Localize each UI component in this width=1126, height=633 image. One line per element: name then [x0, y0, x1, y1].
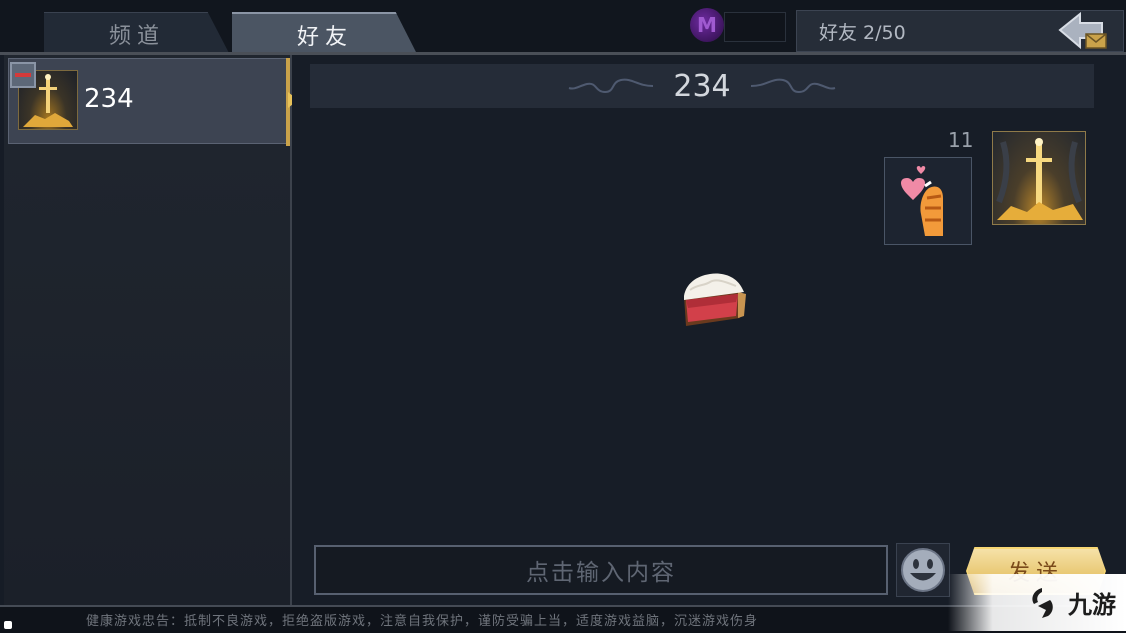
back-arrow-icon[interactable]: [1056, 10, 1112, 54]
emoji-button[interactable]: [896, 543, 950, 597]
smiley-icon: [901, 548, 945, 592]
watermark: 九游: [948, 574, 1126, 631]
chat-title: 234: [673, 68, 731, 104]
heart-paw-sticker-icon[interactable]: [884, 157, 972, 245]
chat-header: 234: [310, 64, 1094, 108]
m-logo-icon: M: [690, 8, 724, 42]
remove-friend-icon[interactable]: [10, 62, 36, 88]
flourish-right-icon: [750, 78, 835, 94]
tab-friends[interactable]: 好友: [232, 12, 418, 56]
user-avatar: [992, 131, 1086, 225]
health-notice: 健康游戏忠告：抵制不良游戏，拒绝盗版游戏，注意自我保护，谨防受骗上当，适度游戏益…: [86, 614, 759, 629]
flourish-left-icon: [569, 78, 654, 94]
message-count: 11: [948, 128, 974, 152]
tab-channel[interactable]: 频道: [44, 12, 230, 55]
m-bar: [724, 12, 786, 42]
watermark-logo-icon: [1032, 587, 1053, 618]
friend-name: 234: [84, 84, 134, 114]
chat-input[interactable]: 点击输入内容: [314, 545, 888, 595]
corner-indicator: [4, 621, 12, 629]
watermark-text: 九游: [1068, 591, 1116, 619]
pie-sticker-icon[interactable]: [680, 268, 750, 330]
